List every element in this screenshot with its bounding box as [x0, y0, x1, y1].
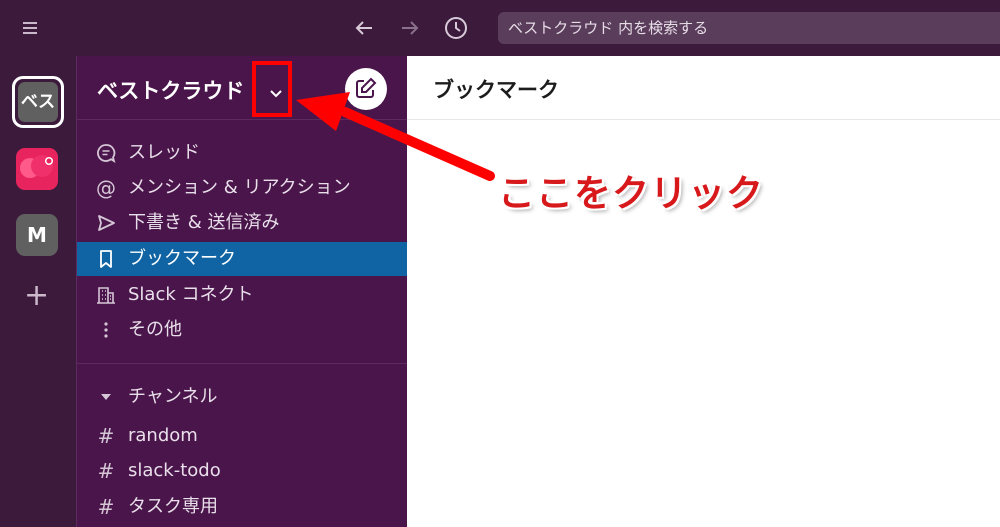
annotation-arrow	[296, 92, 495, 181]
annotation-text: ここをクリック	[498, 172, 764, 215]
